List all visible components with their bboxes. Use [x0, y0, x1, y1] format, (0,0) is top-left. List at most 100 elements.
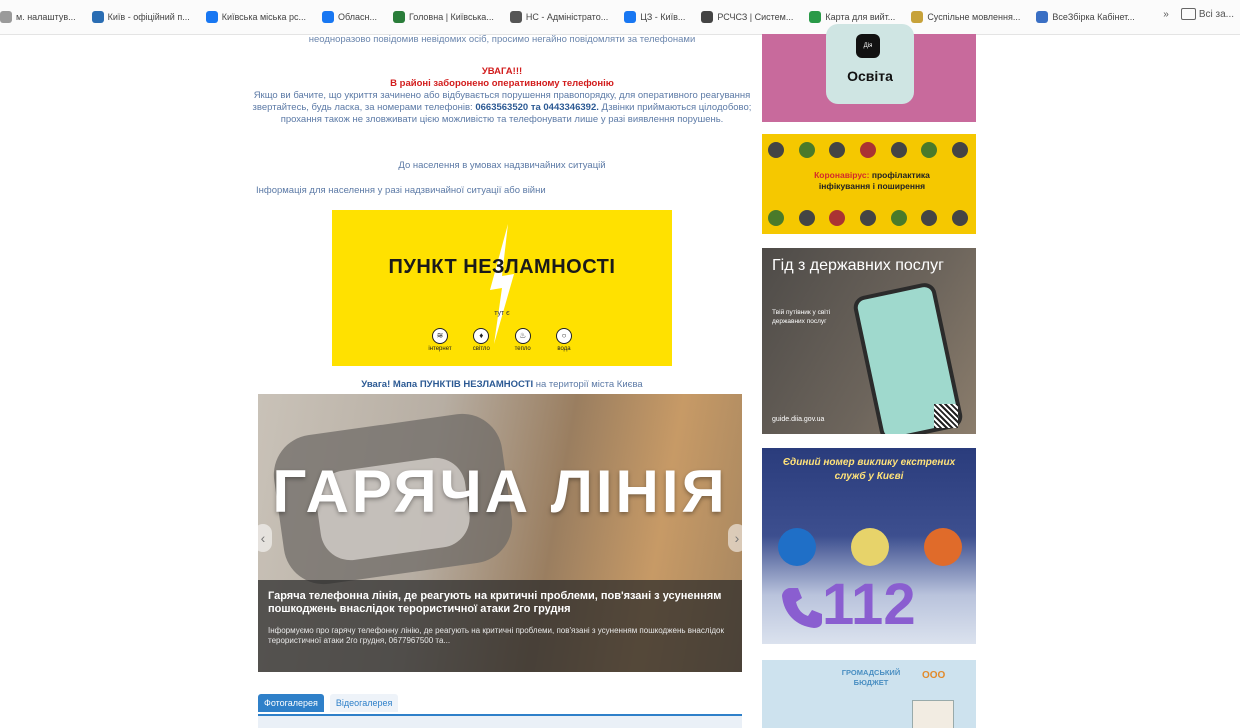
bookmark-item[interactable]: РСЧСЗ | Систем... — [701, 8, 793, 26]
banner-title: ПУНКТ НЕЗЛАМНОСТІ — [388, 256, 616, 278]
lightning-bolt-icon — [490, 224, 514, 344]
bookmarks-bar: м. налаштув... Київ - офіційний п... Київс… — [0, 0, 1240, 35]
all-bookmarks-folder[interactable]: Всі за... — [1180, 8, 1234, 20]
bookmarks-list: м. налаштув... Київ - офіційний п... Київс… — [0, 8, 1160, 26]
bookmark-item[interactable]: м. налаштув... — [0, 8, 76, 26]
notice-body: Якщо ви бачите, що укриття зачинено або … — [252, 90, 752, 126]
bookmark-item[interactable]: Київська міська рс... — [205, 8, 306, 26]
state-services-guide-banner[interactable]: Гід з державних послуг Твій путівник у с… — [762, 248, 976, 434]
coronavirus-red-label: Коронавірус: — [814, 170, 870, 180]
bookmark-label: м. налаштув... — [16, 12, 76, 22]
education-label: Освіта — [847, 68, 893, 84]
bookmark-item[interactable]: НС - Адміністрато... — [509, 8, 609, 26]
amenity-label: інтернет — [428, 346, 452, 352]
gallery-tabs: Фотогалерея Відеогалерея — [258, 694, 399, 712]
virus-icon — [768, 142, 784, 158]
resilience-map-rest: на території міста Києва — [533, 379, 643, 390]
budget-logo-icon: ООО — [922, 670, 946, 681]
bookmark-favicon-icon — [701, 11, 714, 23]
resilience-map-line: Увага! Мапа ПУНКТІВ НЕЗЛАМНОСТІ на терит… — [252, 379, 752, 390]
main-content: неодноразово повідомив невідомих осіб, п… — [252, 34, 752, 728]
slide-text: Інформуємо про гарячу телефонну лінію, д… — [268, 626, 724, 645]
virus-icon — [859, 142, 876, 158]
budget-title: ГРОМАДСЬКИЙ БЮДЖЕТ — [841, 668, 901, 687]
amenity-heat: ♨ тепло — [505, 328, 541, 352]
building-icon — [912, 700, 954, 728]
virus-icon — [890, 142, 907, 158]
bookmark-label: Київ - офіційний п... — [107, 12, 190, 22]
diia-education-banner[interactable]: Дія Освіта — [762, 24, 976, 122]
virus-icon — [829, 142, 846, 158]
guide-subtitle: Твій путівник у світі державних послуг — [772, 309, 831, 325]
virus-icons-top — [768, 142, 968, 158]
bookmark-label: НС - Адміністрато... — [525, 12, 609, 22]
bookmark-label: Обласн... — [338, 12, 377, 22]
bulb-icon: ♦ — [473, 328, 490, 344]
resilience-map-link[interactable]: Увага! Мапа ПУНКТІВ НЕЗЛАМНОСТІ — [361, 379, 533, 390]
tab-video-gallery[interactable]: Відеогалерея — [329, 694, 399, 712]
emergency-number-text: 112 — [822, 572, 916, 637]
amenity-internet: ≋ інтернет — [422, 328, 458, 352]
bookmark-item[interactable]: Головна | Київська... — [393, 8, 494, 26]
bookmark-label: ВсеЗбірка Кабінет... — [1052, 12, 1135, 22]
emergency-number: 112 — [782, 574, 972, 636]
diia-logo-icon: Дія — [856, 34, 880, 58]
bookmarks-right: » Всі за... — [1163, 8, 1234, 20]
bookmark-label: Суспільне мовлення... — [927, 12, 1021, 22]
civic-budget-banner[interactable]: ГРОМАДСЬКИЙ БЮДЖЕТ ООО — [762, 660, 976, 728]
bookmarks-more-button[interactable]: » — [1163, 9, 1169, 20]
bookmark-item[interactable]: ВсеЗбірка Кабінет... — [1036, 8, 1135, 26]
bookmark-favicon-icon — [91, 11, 104, 23]
bookmark-favicon-icon — [1036, 11, 1049, 23]
bookmark-favicon-icon — [509, 11, 522, 23]
bookmark-item[interactable]: Суспільне мовлення... — [911, 8, 1020, 26]
folder-label: Всі за... — [1198, 8, 1234, 20]
guide-title: Гід з державних послуг — [772, 257, 944, 274]
virus-icon — [829, 210, 846, 226]
slider-next-button[interactable]: › — [728, 524, 742, 552]
diia-card: Дія Освіта — [826, 24, 914, 104]
ambulance-emblem-icon — [778, 528, 816, 566]
bookmark-label: ЦЗ - Київ... — [640, 12, 686, 22]
slide-caption: Гаряча телефонна лінія, де реагують на к… — [258, 580, 742, 672]
bookmark-favicon-icon — [0, 11, 12, 23]
wifi-icon: ≋ — [432, 328, 448, 344]
bookmark-favicon-icon — [393, 11, 405, 23]
virus-icon — [768, 210, 784, 226]
slide-heading[interactable]: Гаряча телефонна лінія, де реагують на к… — [268, 590, 734, 616]
folder-icon — [1180, 8, 1196, 20]
intro-text: неодноразово повідомив невідомих осіб, п… — [308, 34, 696, 45]
virus-icon — [890, 210, 907, 226]
notice-block: УВАГА!!! В районі заборонено оперативном… — [252, 66, 752, 126]
bookmark-item[interactable]: Обласн... — [322, 8, 377, 26]
virus-icons-bottom — [768, 210, 968, 226]
slide-title: ГАРЯЧА ЛІНІЯ — [272, 458, 728, 525]
emergency-112-banner[interactable]: Єдиний номер виклику екстрених служб у К… — [762, 448, 976, 644]
amenity-label: вода — [557, 346, 571, 352]
virus-icon — [951, 210, 968, 226]
qr-code-icon — [934, 404, 958, 428]
amenity-light: ♦ світло — [463, 328, 499, 352]
amenity-label: світло — [472, 346, 490, 352]
virus-icon — [921, 142, 938, 158]
tab-photo-gallery[interactable]: Фотогалерея — [258, 694, 324, 712]
resilience-point-banner[interactable]: ПУНКТ НЕЗЛАМНОСТІ тут є ≋ інтернет ♦ світл… — [332, 210, 672, 366]
notice-phones: 0663563520 та 0443346392. — [475, 102, 599, 113]
water-drop-icon: ○ — [555, 328, 572, 344]
bookmark-item[interactable]: Київ - офіційний п... — [91, 8, 190, 26]
coronavirus-banner[interactable]: Коронавірус: профілактика інфікування і … — [762, 134, 976, 234]
virus-icon — [921, 210, 938, 226]
banner-small-text: тут є — [494, 310, 510, 317]
coronavirus-text: Коронавірус: профілактика інфікування і … — [792, 170, 952, 192]
slider-prev-button[interactable]: ‹ — [258, 524, 272, 552]
emergency-info-link[interactable]: Інформація для населення у разі надзвича… — [256, 185, 746, 196]
service-emblems — [778, 528, 962, 566]
population-link[interactable]: До населення в умовах надзвичайних ситуа… — [252, 160, 752, 171]
news-slider[interactable]: ГАРЯЧА ЛІНІЯ Гаряча телефонна лінія, де … — [258, 394, 742, 672]
bookmark-item[interactable]: ЦЗ - Київ... — [624, 8, 685, 26]
bookmark-favicon-icon — [911, 11, 924, 23]
notice-title: УВАГА!!! — [481, 66, 523, 77]
notice-subtitle: В районі заборонено оперативному телефон… — [390, 78, 614, 89]
bookmark-favicon-icon — [205, 11, 218, 23]
bookmark-favicon-icon — [809, 11, 822, 23]
